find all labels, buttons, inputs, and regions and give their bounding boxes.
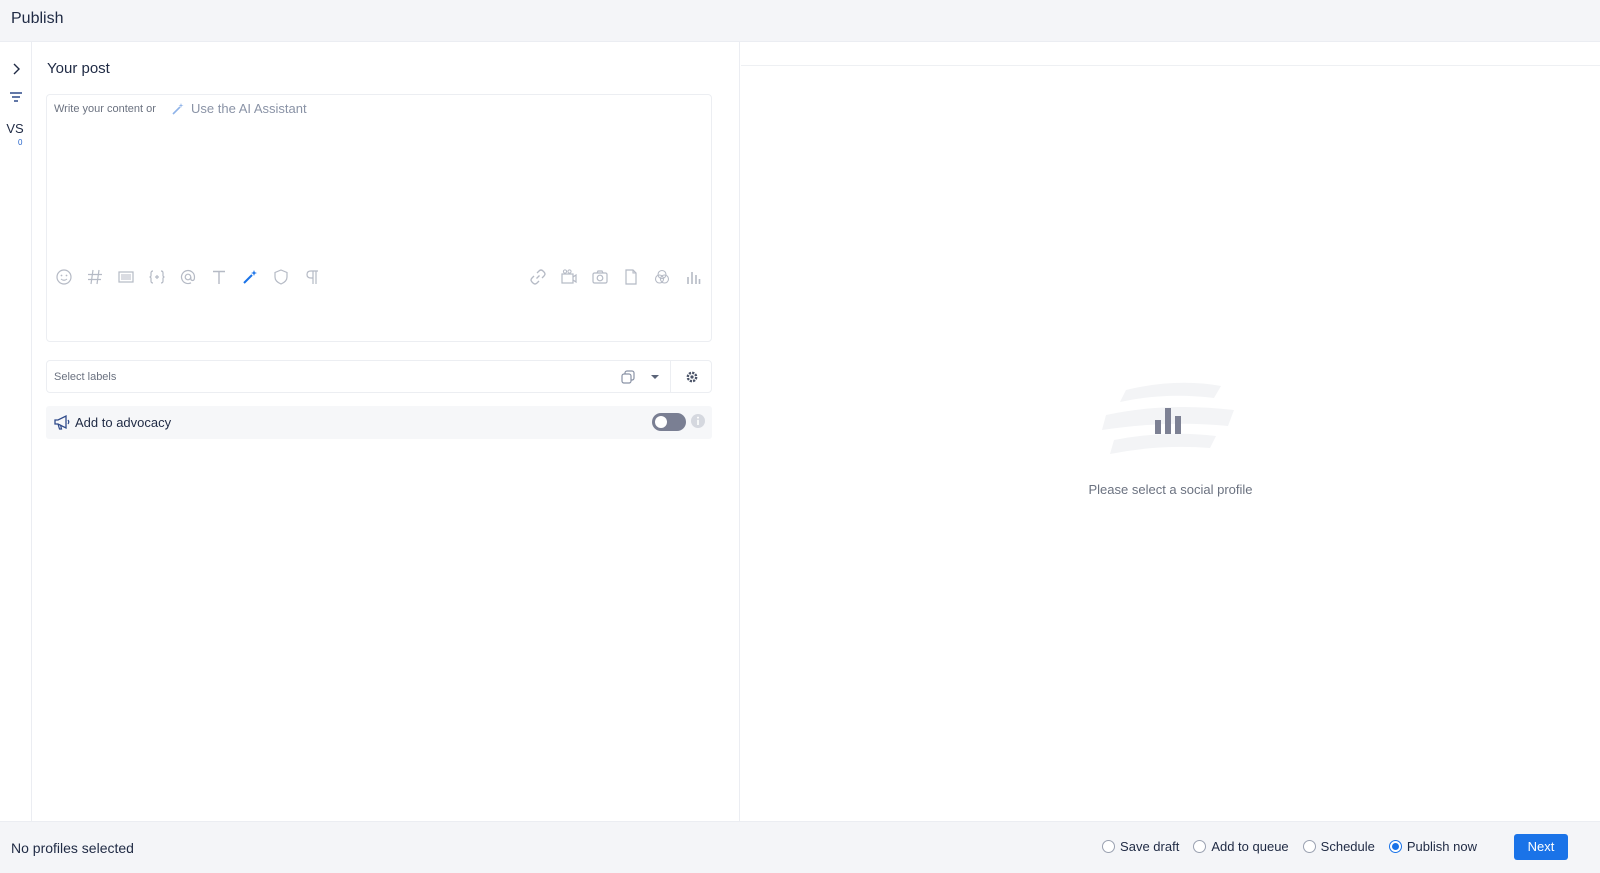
next-button[interactable]: Next: [1514, 834, 1568, 860]
top-bar: Publish: [0, 0, 1600, 42]
content-placeholder: Write your content or: [54, 103, 156, 115]
footer-bar: No profiles selected Save draft Add to q…: [0, 821, 1600, 873]
ai-wand-icon[interactable]: [240, 267, 260, 287]
post-content-editor[interactable]: Write your content or Use the AI Assista…: [46, 94, 712, 342]
circles-icon[interactable]: [652, 267, 672, 287]
ai-assistant-label: Use the AI Assistant: [191, 101, 307, 116]
megaphone-icon: [54, 414, 70, 430]
link-icon[interactable]: [528, 267, 548, 287]
variable-icon[interactable]: [147, 267, 167, 287]
chevron-right-icon[interactable]: [5, 58, 27, 80]
radio-publish-now[interactable]: [1388, 840, 1402, 853]
labels-placeholder: Select labels: [54, 371, 117, 383]
profile-count-badge: 0: [18, 138, 23, 147]
editor-column: Your post Write your content or Use the …: [33, 42, 740, 821]
preview-header: [741, 42, 1600, 66]
copy-labels-icon[interactable]: [620, 369, 636, 385]
publish-page: Publish VS 0 Your post Write your conten…: [0, 0, 1600, 873]
profiles-status: No profiles selected: [11, 840, 134, 856]
option-schedule[interactable]: Schedule: [1302, 839, 1375, 854]
radio-save-draft[interactable]: [1102, 840, 1116, 853]
video-icon[interactable]: [559, 267, 579, 287]
camera-icon[interactable]: [590, 267, 610, 287]
option-label: Publish now: [1406, 839, 1477, 854]
advocacy-row: Add to advocacy: [46, 406, 712, 439]
text-format-icon[interactable]: [209, 267, 229, 287]
ai-wand-icon: [172, 102, 184, 115]
empty-chart-illustration: [1102, 382, 1234, 454]
option-save-draft[interactable]: Save draft: [1102, 839, 1179, 854]
hashtag-icon[interactable]: [85, 267, 105, 287]
paragraph-icon[interactable]: [302, 267, 322, 287]
mention-icon[interactable]: [178, 267, 198, 287]
option-add-to-queue[interactable]: Add to queue: [1193, 839, 1289, 854]
media-toolbar: [528, 267, 703, 287]
option-label: Save draft: [1120, 839, 1180, 854]
section-title: Your post: [47, 60, 110, 77]
radio-add-to-queue[interactable]: [1193, 840, 1207, 853]
radio-schedule[interactable]: [1302, 840, 1316, 853]
filter-icon[interactable]: [5, 86, 27, 108]
option-label: Add to queue: [1211, 839, 1289, 854]
advocacy-label: Add to advocacy: [75, 415, 172, 430]
advocacy-toggle[interactable]: [652, 413, 686, 431]
emoji-icon[interactable]: [54, 267, 74, 287]
preview-panel: Please select a social profile: [741, 42, 1600, 821]
snippet-icon[interactable]: [116, 267, 136, 287]
chevron-down-icon[interactable]: [648, 369, 662, 385]
poll-chart-icon[interactable]: [683, 267, 703, 287]
shield-icon[interactable]: [271, 267, 291, 287]
avatar[interactable]: VS: [2, 118, 28, 148]
gear-icon[interactable]: [684, 369, 700, 385]
document-icon[interactable]: [621, 267, 641, 287]
ai-assistant-link[interactable]: Use the AI Assistant: [171, 101, 307, 116]
page-title: Publish: [11, 10, 64, 27]
left-rail: VS 0: [0, 42, 32, 821]
format-toolbar: [54, 267, 322, 287]
info-icon[interactable]: [690, 413, 706, 429]
labels-select[interactable]: Select labels: [46, 360, 712, 393]
option-label: Schedule: [1320, 839, 1375, 854]
publish-options: Save draft Add to queue Schedule Publish…: [1102, 839, 1477, 854]
divider: [670, 361, 671, 392]
empty-state-message: Please select a social profile: [1088, 482, 1253, 497]
option-publish-now[interactable]: Publish now: [1388, 839, 1477, 854]
